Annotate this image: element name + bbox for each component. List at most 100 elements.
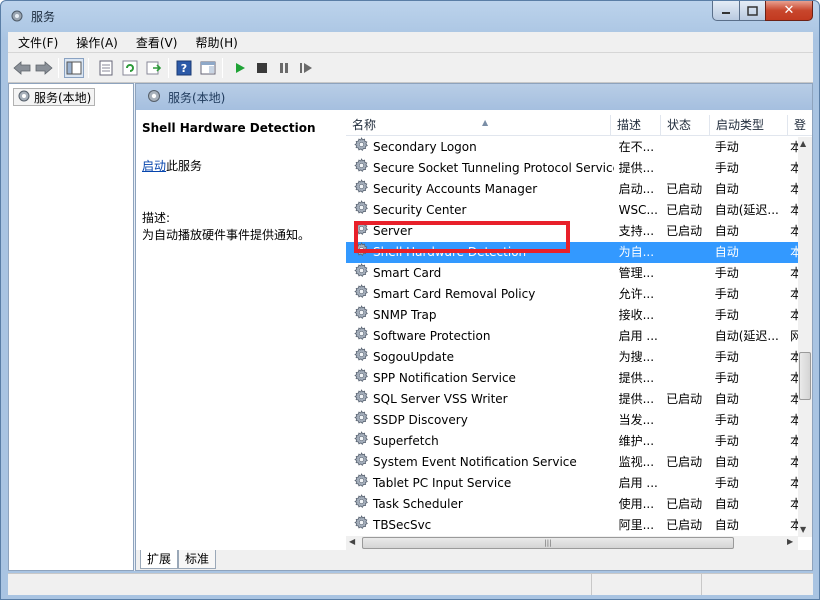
service-row[interactable]: SogouUpdate 为搜... 手动 本: [346, 347, 798, 368]
back-arrow-icon[interactable]: [12, 58, 32, 78]
service-row[interactable]: Secure Socket Tunneling Protocol Service…: [346, 158, 798, 179]
export-icon[interactable]: [144, 58, 164, 78]
service-startup-type: 自动(延迟...: [714, 203, 779, 217]
column-logon[interactable]: 登: [788, 115, 812, 136]
column-status[interactable]: 状态: [661, 115, 710, 136]
service-startup-type: 手动: [714, 287, 739, 301]
service-startup-type: 自动: [714, 245, 739, 259]
service-row[interactable]: Secondary Logon 在不... 手动 本: [346, 137, 798, 158]
scroll-down-icon[interactable]: ▼: [800, 525, 806, 534]
description-panel: Shell Hardware Detection 启动此服务 描述: 为自动播放…: [136, 110, 346, 550]
forward-arrow-icon[interactable]: [34, 58, 54, 78]
gear-icon: [354, 410, 369, 431]
service-name-cell: Security Accounts Manager: [346, 179, 614, 200]
console-tree-icon[interactable]: [64, 58, 84, 78]
service-name: Smart Card: [373, 266, 442, 280]
service-row[interactable]: Tablet PC Input Service 启用 ... 手动 本: [346, 473, 798, 494]
vertical-scroll-thumb[interactable]: [799, 352, 811, 400]
service-row[interactable]: Task Scheduler 使用... 已启动自动 本: [346, 494, 798, 515]
service-status: 已启动: [666, 518, 703, 532]
svg-text:?: ?: [181, 62, 187, 75]
tab-extended[interactable]: 扩展: [140, 550, 179, 569]
scroll-left-icon[interactable]: ◀: [349, 537, 355, 546]
service-row[interactable]: SPP Notification Service 提供... 手动 本: [346, 368, 798, 389]
service-logon: 本: [788, 368, 798, 389]
vertical-scrollbar[interactable]: ▲ ▼: [798, 137, 812, 537]
tree-node-label: 服务(本地): [34, 90, 92, 105]
maximize-button[interactable]: [739, 1, 766, 21]
close-button[interactable]: ✕: [765, 1, 813, 21]
service-name-cell: System Event Notification Service: [346, 452, 614, 473]
play-icon[interactable]: [230, 58, 250, 78]
service-description: 启用 ...: [618, 329, 658, 343]
service-row[interactable]: Smart Card 管理... 手动 本: [346, 263, 798, 284]
service-description: 提供...: [618, 371, 655, 385]
status-cell: [592, 574, 702, 595]
service-row[interactable]: Server 支持... 已启动自动 本: [346, 221, 798, 242]
menu-view[interactable]: 查看(V): [126, 34, 186, 51]
properties-icon[interactable]: [96, 58, 116, 78]
service-name: Task Scheduler: [373, 497, 463, 511]
tab-standard[interactable]: 标准: [178, 550, 217, 569]
service-description: 为搜...: [618, 350, 655, 364]
service-description: 接收...: [618, 308, 655, 322]
window-title: 服务: [31, 10, 56, 24]
horizontal-scroll-thumb[interactable]: |||: [362, 537, 734, 549]
service-startup-type: 手动: [714, 350, 739, 364]
console-tree: 服务(本地): [8, 83, 134, 571]
service-name-cell: Secure Socket Tunneling Protocol Service: [346, 158, 614, 179]
minimize-button[interactable]: [712, 1, 740, 21]
service-logon: 本: [788, 410, 798, 431]
service-startup-type: 手动: [714, 308, 739, 322]
gear-icon: [354, 221, 369, 242]
restart-icon[interactable]: [296, 58, 316, 78]
scroll-right-icon[interactable]: ▶: [787, 537, 793, 546]
service-row[interactable]: TBSecSvc 阿里... 已启动自动 本: [346, 515, 798, 536]
toolbar-separator: [58, 58, 59, 78]
service-logon: 本: [788, 137, 798, 158]
horizontal-scrollbar[interactable]: ◀ ||| ▶: [346, 536, 798, 550]
pause-icon[interactable]: [274, 58, 294, 78]
menu-file[interactable]: 文件(F): [8, 34, 66, 51]
service-row[interactable]: SNMP Trap 接收... 手动 本: [346, 305, 798, 326]
column-startup-type[interactable]: 启动类型: [710, 115, 788, 136]
gear-icon: [146, 88, 162, 107]
service-name-cell: Task Scheduler: [346, 494, 614, 515]
service-logon: 本: [788, 515, 798, 536]
service-logon: 本: [788, 263, 798, 284]
stop-icon[interactable]: [252, 58, 272, 78]
gear-icon: [354, 200, 369, 221]
service-status: [662, 431, 711, 452]
service-row[interactable]: Shell Hardware Detection 为自... 自动 本: [346, 242, 798, 263]
service-name: SogouUpdate: [373, 350, 454, 364]
sort-ascending-icon: ▲: [482, 118, 489, 127]
service-row[interactable]: Smart Card Removal Policy 允许... 手动 本: [346, 284, 798, 305]
service-row[interactable]: Software Protection 启用 ... 自动(延迟... 网: [346, 326, 798, 347]
panel-icon[interactable]: [198, 58, 218, 78]
service-logon: 本: [788, 284, 798, 305]
service-description: 使用...: [618, 497, 655, 511]
menu-help[interactable]: 帮助(H): [185, 34, 245, 51]
column-name[interactable]: 名称 ▲: [346, 115, 611, 136]
refresh-icon[interactable]: [120, 58, 140, 78]
tree-node-services-local[interactable]: 服务(本地): [13, 88, 96, 106]
scroll-up-icon[interactable]: ▲: [800, 139, 806, 148]
service-row[interactable]: SSDP Discovery 当发... 手动 本: [346, 410, 798, 431]
service-name-cell: Secondary Logon: [346, 137, 614, 158]
service-status: [662, 326, 711, 347]
service-row[interactable]: System Event Notification Service 监视... 已启…: [346, 452, 798, 473]
service-status: 已启动: [666, 455, 703, 469]
service-row[interactable]: Security Accounts Manager 启动... 已启动自动 本: [346, 179, 798, 200]
service-startup-type: 自动: [714, 392, 739, 406]
list-header: 名称 ▲ 描述 状态 启动类型 登: [346, 115, 812, 136]
services-list: 名称 ▲ 描述 状态 启动类型 登 Secondary Logon 在不... 手动…: [346, 110, 812, 550]
status-bar: [8, 573, 813, 595]
column-description[interactable]: 描述: [611, 115, 661, 136]
menu-action[interactable]: 操作(A): [66, 34, 126, 51]
service-row[interactable]: Superfetch 维护... 手动 本: [346, 431, 798, 452]
service-row[interactable]: SQL Server VSS Writer 提供... 已启动自动 本: [346, 389, 798, 410]
help-icon[interactable]: ?: [174, 58, 194, 78]
start-service-link[interactable]: 启动: [142, 159, 166, 173]
service-name: TBSecSvc: [373, 518, 432, 532]
service-row[interactable]: Security Center WSC... 已启动自动(延迟... 本: [346, 200, 798, 221]
